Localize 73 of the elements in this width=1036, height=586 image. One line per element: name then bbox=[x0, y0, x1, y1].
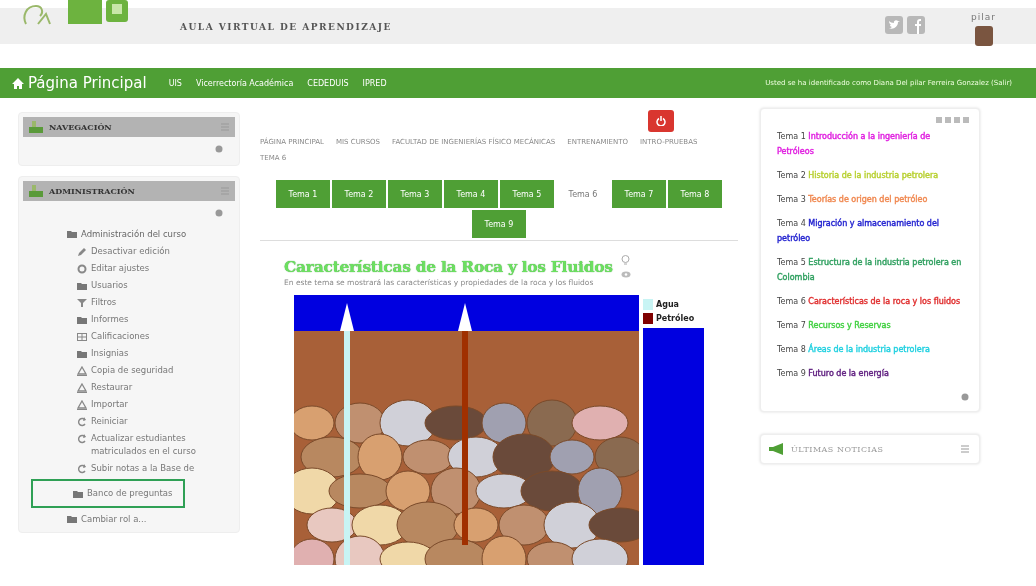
navigation-icon bbox=[29, 121, 43, 133]
admin-menu-item[interactable]: Subir notas a la Base de bbox=[23, 460, 235, 477]
legend-label: Petróleo bbox=[656, 314, 695, 323]
nav-link[interactable]: IPRED bbox=[362, 78, 387, 88]
triangle-icon bbox=[77, 400, 87, 410]
admin-menu-item[interactable]: Actualizar estudiantes matriculados en el curso bbox=[23, 430, 235, 460]
nav-link[interactable]: CEDEDUIS bbox=[307, 78, 349, 88]
block-title: ÚLTIMAS NOTICIAS bbox=[791, 444, 885, 454]
menu-icon[interactable] bbox=[961, 444, 969, 454]
facebook-icon[interactable] bbox=[907, 16, 926, 34]
twitter-icon[interactable] bbox=[885, 16, 904, 34]
bulb-icon[interactable] bbox=[620, 255, 630, 265]
admin-menu-item[interactable]: Informes bbox=[23, 311, 235, 328]
tab[interactable]: Tema 5 bbox=[500, 180, 554, 208]
table-icon bbox=[77, 332, 87, 342]
admin-menu-item[interactable]: Calificaciones bbox=[23, 328, 235, 345]
admin-menu-item[interactable]: Restaurar bbox=[23, 379, 235, 396]
admin-icon bbox=[29, 185, 43, 197]
admin-menu-item[interactable]: Insignias bbox=[23, 345, 235, 362]
topic-link[interactable]: Tema 8 Áreas de la industria petrolera bbox=[777, 342, 969, 357]
topic-link[interactable]: Tema 7 Recursos y Reservas bbox=[777, 318, 969, 333]
admin-menu-item[interactable]: Importar bbox=[23, 396, 235, 413]
user-avatar[interactable] bbox=[974, 26, 993, 46]
topic-link[interactable]: Tema 4 Migración y almacenamiento del petróleo bbox=[777, 216, 969, 246]
topic-link[interactable]: Tema 6 Características de la roca y los fluidos bbox=[777, 294, 969, 309]
tree-label: Cambiar rol a... bbox=[81, 514, 147, 524]
block-title: NAVEGACIÓN bbox=[49, 122, 113, 132]
admin-menu-item[interactable]: Reiniciar bbox=[23, 413, 235, 430]
folder-icon bbox=[77, 349, 87, 359]
filter-icon bbox=[77, 298, 87, 308]
topic-link[interactable]: Tema 2 Historia de la industria petrolera bbox=[777, 168, 969, 183]
admin-menu-item[interactable]: Usuarios bbox=[23, 277, 235, 294]
admin-menu-item[interactable]: Editar ajustes bbox=[23, 260, 235, 277]
home-link[interactable]: Página Principal bbox=[12, 74, 147, 92]
triangle-icon bbox=[77, 366, 87, 376]
block-title: ADMINISTRACIÓN bbox=[49, 186, 136, 196]
topic-link[interactable]: Tema 9 Futuro de la energía bbox=[777, 366, 969, 381]
nav-link[interactable]: UIS bbox=[168, 78, 182, 88]
section-title: Características de la Roca y los Fluidos bbox=[284, 257, 613, 276]
folder-icon bbox=[77, 281, 87, 291]
tab[interactable]: Tema 4 bbox=[444, 180, 498, 208]
topic-link[interactable]: Tema 5 Estructura de la industria petrolera en Colombia bbox=[777, 255, 969, 285]
tab[interactable]: Tema 7 bbox=[612, 180, 666, 208]
power-button[interactable] bbox=[648, 110, 674, 132]
topic-link[interactable]: Tema 1 Introducción a la ingeniería de Petróleos bbox=[777, 129, 969, 159]
megaphone-icon bbox=[769, 443, 785, 455]
folder-icon bbox=[67, 229, 77, 239]
site-title: AULA VIRTUAL DE APRENDIZAJE bbox=[180, 22, 392, 32]
triangle-icon bbox=[77, 383, 87, 393]
tree-item[interactable]: Cambiar rol a... bbox=[67, 514, 235, 524]
admin-menu-item[interactable]: Banco de preguntas bbox=[31, 479, 185, 508]
tree-item[interactable]: Administración del curso bbox=[67, 229, 235, 239]
tab[interactable]: Tema 8 bbox=[668, 180, 722, 208]
folder-icon bbox=[77, 315, 87, 325]
nav-link[interactable]: Vicerrectoría Académica bbox=[195, 78, 294, 88]
tree-label: Administración del curso bbox=[81, 229, 187, 239]
admin-menu-item[interactable]: Desactivar edición bbox=[23, 243, 235, 260]
eye-icon[interactable] bbox=[620, 271, 631, 278]
folder-icon bbox=[67, 514, 77, 524]
home-icon bbox=[12, 77, 24, 89]
refresh-icon bbox=[77, 464, 87, 474]
admin-menu-item[interactable]: Copia de seguridad bbox=[23, 362, 235, 379]
tab[interactable]: Tema 2 bbox=[332, 180, 386, 208]
tab[interactable]: Tema 9 bbox=[472, 210, 526, 238]
folder-icon bbox=[73, 489, 83, 499]
tab[interactable]: Tema 3 bbox=[388, 180, 442, 208]
power-icon bbox=[656, 116, 666, 126]
topic-link[interactable]: Tema 3 Teorías de origen del petróleo bbox=[777, 192, 969, 207]
admin-menu-item[interactable]: Filtros bbox=[23, 294, 235, 311]
pencil-icon bbox=[77, 247, 87, 257]
user-name[interactable]: pilar bbox=[971, 12, 996, 22]
tab[interactable]: Tema 1 bbox=[276, 180, 330, 208]
legend-label: Agua bbox=[656, 300, 679, 309]
